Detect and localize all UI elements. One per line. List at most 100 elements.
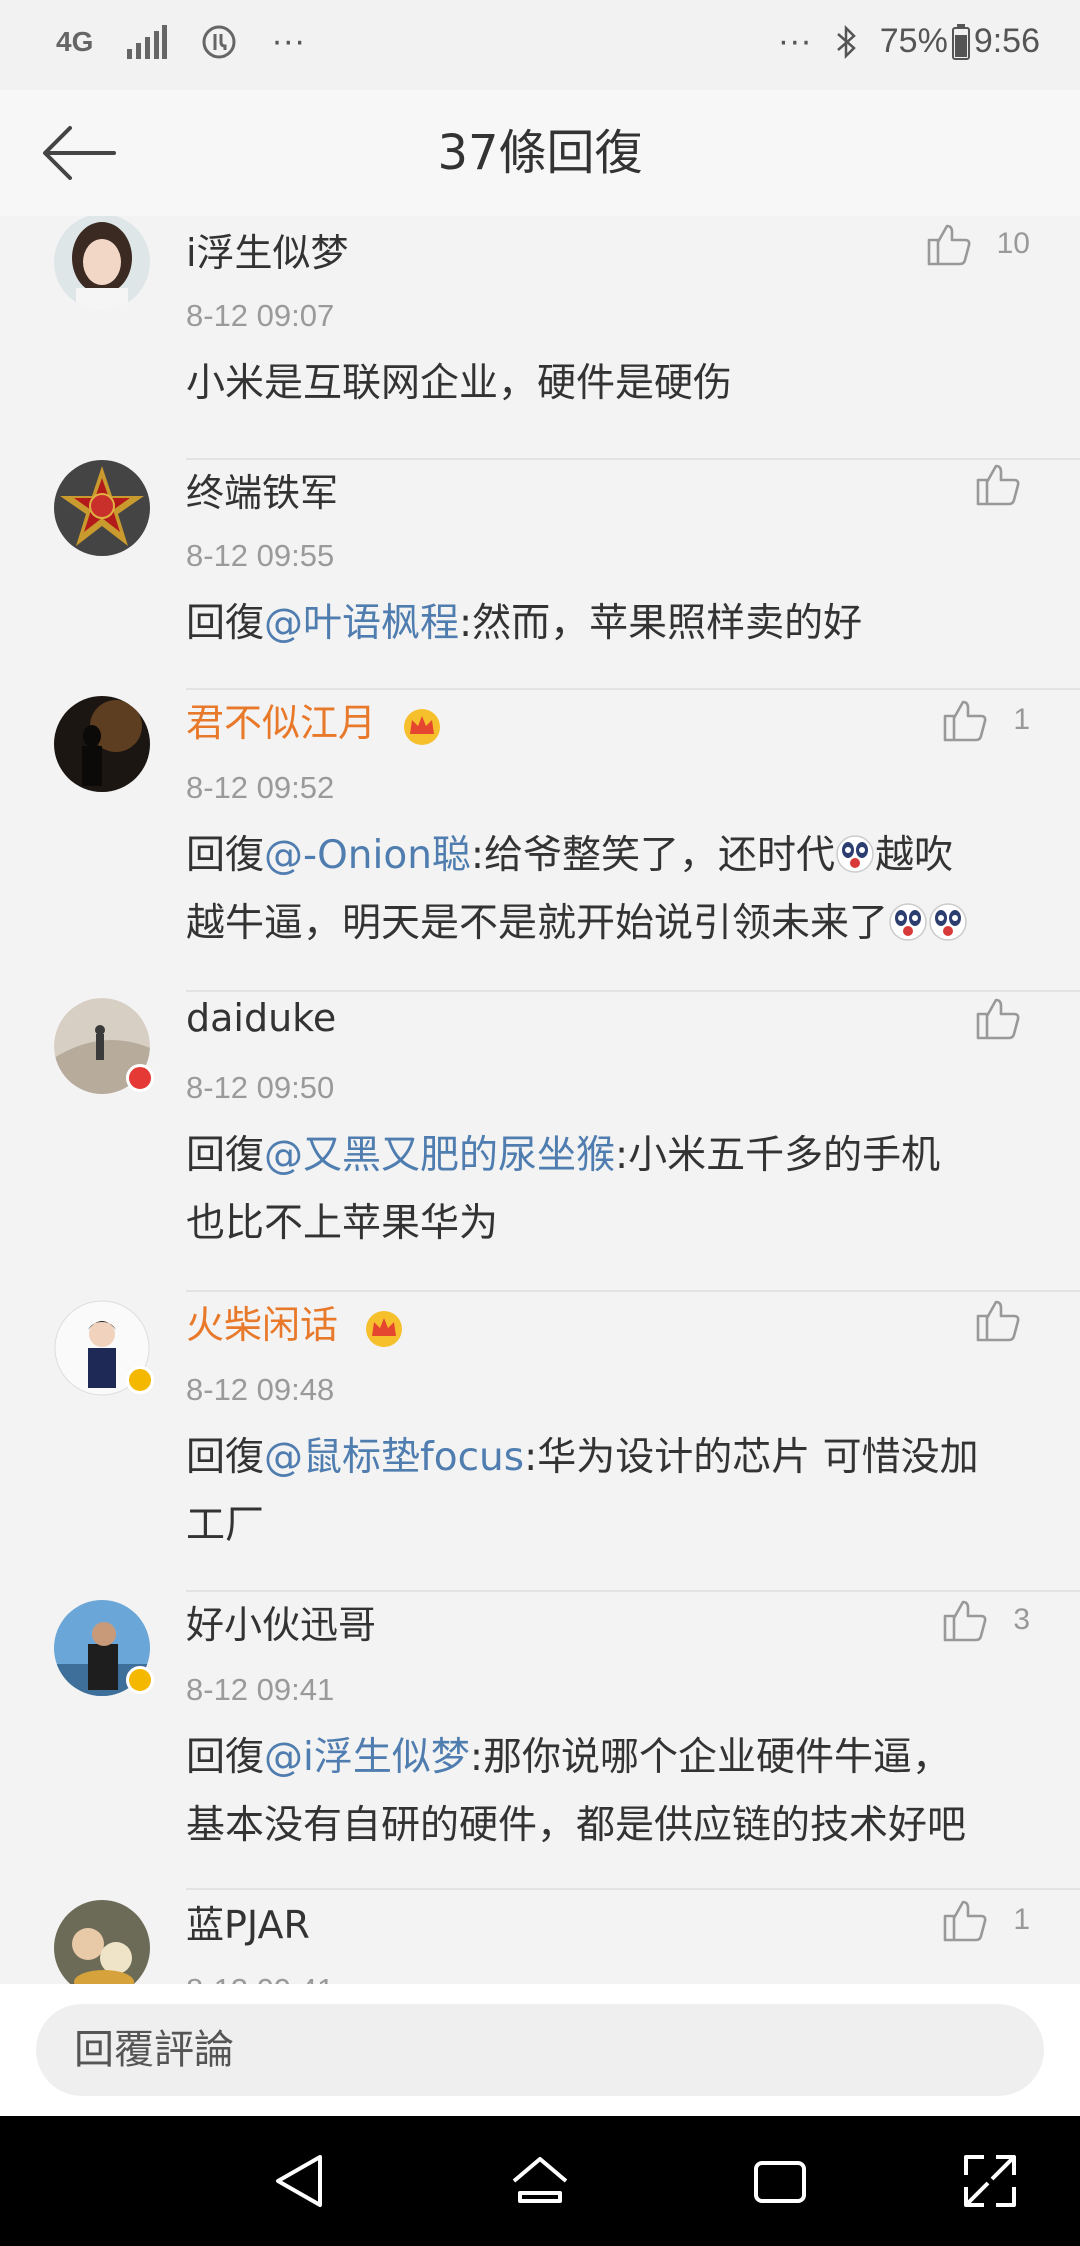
reply-bar [0,1984,1080,2116]
nav-recents-button[interactable] [750,2151,810,2211]
thumbs-up-icon [976,464,1020,506]
reply-body: :小米五千多的手机 [615,1133,941,1178]
thumbs-up-icon [944,700,987,742]
more-notifications-indicator: ··· [271,22,306,60]
avatar[interactable] [54,696,150,792]
comment-list[interactable]: i浮生似梦 8-12 09:07 小米是互联网企业，硬件是硬伤 10 终端铁军 … [0,216,1080,1984]
divider [186,990,1080,992]
avatar[interactable] [54,1900,150,1984]
like-button[interactable]: 1 [941,1896,1030,1944]
avatar[interactable] [54,1300,154,1396]
timestamp: 8-12 09:41 [186,1972,334,1984]
timestamp: 8-12 09:41 [186,1672,335,1707]
network-4g-icon: 4G [56,25,94,57]
like-count: 10 [996,227,1030,260]
status-bar: 4G ··· ··· 75% 9:56 [0,0,1080,90]
verified-badge-icon [126,1064,154,1092]
comment-text: 回復@-Onion聪:给爷整笑了，还时代 越吹 越牛逼，明天是不是就开始说引领未… [186,822,1046,958]
like-button[interactable] [974,994,1022,1042]
reply-body: :华为设计的芯片 可惜没加 [524,1435,979,1480]
username[interactable]: 蓝PJAR [186,1894,310,1949]
recents-icon [754,2161,806,2203]
home-icon [512,2157,568,2203]
triangle-back-icon [276,2155,322,2207]
emoji-icon [889,903,927,941]
reply-body: :然而，苹果照样卖的好 [459,601,863,646]
reply-body: :那你说哪个企业硬件牛逼， [469,1735,951,1780]
timestamp: 8-12 09:07 [186,298,335,333]
verified-badge-icon [126,1366,154,1394]
avatar[interactable] [54,460,150,556]
comment-text: 回復@鼠标垫focus:华为设计的芯片 可惜没加 工厂 [186,1424,1046,1560]
expand-arrows-icon [964,2155,1016,2207]
more-status-indicator: ··· [777,22,812,60]
avatar[interactable] [54,1600,154,1696]
divider [186,688,1080,690]
battery-percent: 75% [879,22,948,60]
like-button[interactable]: 3 [941,1596,1030,1644]
reply-body: :给爷整笑了，还时代 [470,833,836,878]
username[interactable]: 终端铁军 [186,462,338,517]
reply-prefix: 回復 [186,1735,265,1780]
like-count: 3 [1013,1603,1030,1636]
comment-item: 火柴闲话 8-12 09:48 回復@鼠标垫focus:华为设计的芯片 可惜没加… [0,1292,1080,1592]
thumbs-up-icon [976,1300,1020,1342]
timestamp: 8-12 09:52 [186,770,335,805]
comment-item: daiduke 8-12 09:50 回復@又黑又肥的尿坐猴:小米五千多的手机 … [0,994,1080,1296]
username[interactable]: i浮生似梦 [186,222,349,277]
reply-prefix: 回復 [186,1435,265,1480]
mention-link[interactable]: @又黑又肥的尿坐猴 [264,1133,615,1178]
avatar[interactable] [54,998,154,1094]
comment-text: 小米是互联网企业，硬件是硬伤 [186,361,733,406]
username[interactable]: daiduke [186,996,336,1040]
emoji-icon [836,835,874,873]
like-button[interactable] [974,1296,1022,1344]
comment-text: 回復@又黑又肥的尿坐猴:小米五千多的手机 也比不上苹果华为 [186,1122,1046,1258]
reply-body-line2: 工厂 [186,1503,265,1548]
like-button[interactable]: 10 [925,220,1030,268]
timestamp: 8-12 09:48 [186,1372,335,1407]
app-notification-icon [202,25,236,58]
comment-text: 回復@叶语枫程:然而，苹果照样卖的好 [186,590,1046,658]
divider [186,1888,1080,1890]
thumbs-up-icon [976,998,1020,1040]
mention-link[interactable]: @鼠标垫focus [264,1435,524,1480]
comment-item: 蓝PJAR 8-12 09:41 1 [0,1892,1080,1984]
reply-body-cont: 越吹 [875,833,954,878]
mention-link[interactable]: @-Onion聪 [264,833,471,878]
username[interactable]: 君不似江月 [186,692,444,747]
thumbs-up-icon [927,224,971,266]
top-bar: 37條回復 [0,90,1080,218]
timestamp: 8-12 09:55 [186,538,335,573]
reply-body-line2: 基本没有自研的硬件，都是供应链的技术好吧 [186,1803,967,1848]
page-title: 37條回復 [437,125,643,181]
signal-icon [127,24,168,59]
mention-link[interactable]: @i浮生似梦 [264,1735,470,1780]
clock: 9:56 [973,22,1040,60]
like-button[interactable] [974,460,1022,508]
vip-crown-icon [404,708,441,745]
avatar[interactable] [54,216,150,310]
verified-badge-icon [126,1666,154,1694]
username[interactable]: 火柴闲话 [186,1294,406,1349]
system-nav-bar [0,2116,1080,2246]
comment-item: 终端铁军 8-12 09:55 回復@叶语枫程:然而，苹果照样卖的好 [0,460,1080,692]
nav-expand-button[interactable] [960,2151,1020,2211]
thumbs-up-icon [944,1900,987,1942]
nav-back-button[interactable] [270,2151,330,2211]
username[interactable]: 好小伙迅哥 [186,1594,376,1649]
reply-prefix: 回復 [186,833,265,878]
reply-prefix: 回復 [186,1133,265,1178]
nav-home-button[interactable] [510,2151,570,2211]
reply-comment-input[interactable] [36,2004,1044,2096]
reply-body-line2: 越牛逼，明天是不是就开始说引领未来了 [186,901,889,946]
comment-item: 好小伙迅哥 8-12 09:41 回復@i浮生似梦:那你说哪个企业硬件牛逼， 基… [0,1592,1080,1892]
reply-body-line2: 也比不上苹果华为 [186,1201,499,1246]
mention-link[interactable]: @叶语枫程 [264,601,459,646]
bluetooth-icon [836,24,856,59]
like-button[interactable]: 1 [941,696,1030,744]
like-count: 1 [1013,1903,1030,1936]
battery-icon [951,23,970,60]
timestamp: 8-12 09:50 [186,1070,335,1105]
thumbs-up-icon [944,1600,987,1642]
